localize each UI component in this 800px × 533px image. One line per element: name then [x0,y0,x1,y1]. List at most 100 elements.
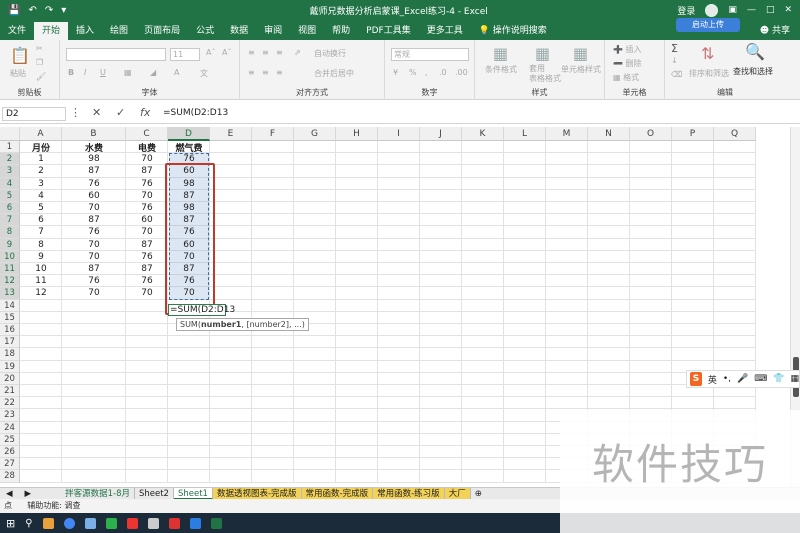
fill-color-icon[interactable]: ◢ [150,68,156,77]
column-header-i[interactable]: I [378,127,420,141]
row-header-10[interactable]: 10 [0,250,20,263]
row-header-14[interactable]: 14 [0,299,20,312]
header-cell[interactable]: 月份 [20,138,62,154]
minimize-icon[interactable]: — [747,5,756,15]
keyboard-icon[interactable]: ⌨ [754,374,767,384]
close-icon[interactable]: ✕ [784,5,792,15]
row-header-6[interactable]: 6 [0,202,20,215]
row-header-21[interactable]: 21 [0,385,20,398]
avatar[interactable] [705,3,719,17]
scroll-right-icon[interactable]: ▶ [19,489,38,499]
sheet-tab-functions-practice[interactable]: 常用函数-练习版 [373,487,445,500]
data-cell[interactable]: 76 [62,226,126,238]
decrease-decimal-icon[interactable]: .00 [455,68,468,77]
excel-taskbar-icon[interactable] [210,517,222,529]
data-cell[interactable]: 12 [20,287,62,299]
wechat-icon[interactable] [105,517,117,529]
data-cell[interactable]: 3 [20,178,62,190]
data-cell[interactable]: 70 [126,190,168,202]
row-header-13[interactable]: 13 [0,287,20,300]
merge-center-button[interactable]: 合并后居中 [314,68,354,79]
formula-input[interactable]: =SUM(D2:D13 [160,107,796,121]
cancel-formula-icon[interactable]: ✕ [92,106,101,119]
tab-file[interactable]: 文件 [0,22,34,40]
file-explorer-icon[interactable] [42,517,54,529]
row-header-11[interactable]: 11 [0,263,20,276]
row-header-23[interactable]: 23 [0,409,20,422]
sort-filter-label[interactable]: 排序和筛选 [689,68,729,79]
tab-draw[interactable]: 绘图 [102,22,136,40]
row-header-18[interactable]: 18 [0,348,20,361]
data-cell[interactable]: 2 [20,165,62,177]
row-header-8[interactable]: 8 [0,226,20,239]
row-header-22[interactable]: 22 [0,397,20,410]
accessibility-status[interactable]: 辅助功能: 调查 [27,501,80,510]
row-header-27[interactable]: 27 [0,458,20,471]
border-icon[interactable]: ▦ [124,68,132,77]
ribbon-display-icon[interactable]: ▣ [728,5,737,15]
row-header-28[interactable]: 28 [0,470,20,483]
data-cell[interactable]: 70 [62,202,126,214]
sheet-tab-more[interactable]: 大厂 [444,487,471,500]
align-middle-icon[interactable]: ≡ [262,48,269,57]
column-header-f[interactable]: F [252,127,294,141]
column-header-q[interactable]: Q [714,127,756,141]
row-header-26[interactable]: 26 [0,446,20,459]
upload-button[interactable]: 启动上传 [676,18,740,32]
microphone-icon[interactable]: 🎤 [737,374,748,384]
number-format-dropdown[interactable]: 常规 [391,48,469,61]
row-header-1[interactable]: 1 [0,141,20,154]
column-header-o[interactable]: O [630,127,672,141]
tell-me-search[interactable]: 💡 操作说明搜索 [471,22,555,40]
data-cell[interactable]: 1 [20,153,62,165]
tab-pdf-tools[interactable]: PDF工具集 [358,22,419,40]
data-cell[interactable]: 8 [20,239,62,251]
add-sheet-icon[interactable]: ⊕ [471,489,486,499]
sheet-tab-passenger-data[interactable]: 拌客源数据1-8月 [61,487,135,500]
conditional-format-icon[interactable]: ▦ [493,44,508,63]
wrap-text-button[interactable]: 自动换行 [314,48,346,59]
formula-edit-cell[interactable]: =SUM(D2:D13 [168,303,235,316]
data-cell[interactable]: 76 [126,178,168,190]
function-tooltip[interactable]: SUM(number1, [number2], ...) [176,317,309,331]
font-size-dropdown[interactable]: 11 [170,48,200,61]
data-cell[interactable]: 60 [62,190,126,202]
sheet-tab-functions-complete[interactable]: 常用函数-完成版 [301,487,374,500]
paste-icon[interactable]: 📋 [10,46,30,65]
data-cell[interactable]: 10 [20,263,62,275]
sheet-tab-sheet1[interactable]: Sheet1 [173,487,213,500]
fill-icon[interactable]: ↓ [671,56,678,65]
align-center-icon[interactable]: ≡ [262,68,269,77]
shrink-font-icon[interactable]: Aˇ [222,48,231,57]
skin-icon[interactable]: 👕 [773,374,784,384]
data-cell[interactable]: 70 [126,287,168,299]
find-select-label[interactable]: 查找和选择 [733,66,773,77]
data-cell[interactable]: 76 [126,275,168,287]
row-header-7[interactable]: 7 [0,214,20,227]
table-format-icon[interactable]: ▦ [535,44,550,63]
grow-font-icon[interactable]: Aˆ [206,48,215,57]
align-top-icon[interactable]: ≡ [248,48,255,57]
column-header-l[interactable]: L [504,127,546,141]
percent-icon[interactable]: % [409,68,417,77]
row-header-9[interactable]: 9 [0,238,20,251]
tab-data[interactable]: 数据 [222,22,256,40]
data-cell[interactable]: 87 [62,214,126,226]
data-cell[interactable]: 60 [126,214,168,226]
row-header-17[interactable]: 17 [0,336,20,349]
comma-icon[interactable]: , [425,68,428,77]
data-cell[interactable]: 70 [126,226,168,238]
currency-icon[interactable]: ¥ [393,68,398,77]
data-cell[interactable]: 70 [62,239,126,251]
tab-review[interactable]: 审阅 [256,22,290,40]
data-cell[interactable]: 5 [20,202,62,214]
chrome-icon[interactable] [63,517,75,529]
align-left-icon[interactable]: ≡ [248,68,255,77]
name-box-dropdown-icon[interactable]: ⋮ [70,106,81,119]
insert-function-icon[interactable]: fx [140,106,150,119]
data-cell[interactable]: 87 [126,165,168,177]
data-cell[interactable]: 76 [126,251,168,263]
tab-view[interactable]: 视图 [290,22,324,40]
data-cell[interactable]: 6 [20,214,62,226]
data-cell[interactable]: 76 [62,178,126,190]
